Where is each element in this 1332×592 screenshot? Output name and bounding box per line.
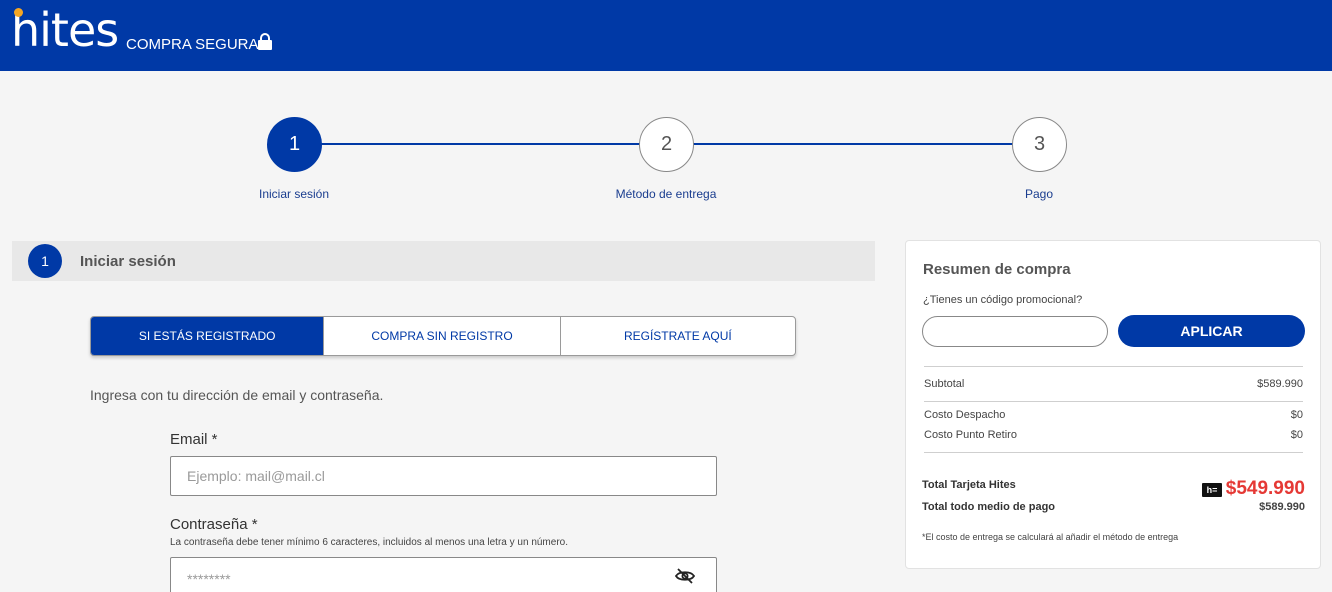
hites-logo[interactable]: hites bbox=[11, 4, 119, 56]
email-label: Email * bbox=[170, 431, 218, 448]
secure-purchase-label: COMPRA SEGURA bbox=[126, 36, 259, 53]
shipping-note: *El costo de entrega se calculará al aña… bbox=[922, 532, 1179, 542]
pickup-value: $0 bbox=[1290, 429, 1303, 441]
password-label: Contraseña * bbox=[170, 516, 258, 533]
section-title: Iniciar sesión bbox=[80, 253, 176, 270]
step-3-label: Pago bbox=[1024, 187, 1054, 201]
apply-button[interactable]: APLICAR bbox=[1118, 315, 1305, 347]
shipping-row: Costo Despacho $0 bbox=[924, 409, 1303, 421]
total-all-label: Total todo medio de pago bbox=[922, 501, 1056, 513]
promo-code-input[interactable] bbox=[922, 316, 1108, 347]
order-summary: Resumen de compra ¿Tienes un código prom… bbox=[905, 240, 1321, 569]
total-all-value: $589.990 bbox=[1259, 501, 1305, 513]
hites-card-icon: h= bbox=[1202, 483, 1222, 497]
password-hint: La contraseña debe tener mínimo 6 caract… bbox=[170, 537, 568, 548]
step-2-label: Método de entrega bbox=[615, 187, 717, 201]
subtotal-row: Subtotal $589.990 bbox=[924, 378, 1303, 390]
divider bbox=[924, 452, 1303, 453]
eye-slash-icon[interactable] bbox=[675, 568, 695, 584]
site-header: hites COMPRA SEGURA bbox=[0, 0, 1332, 71]
section-header: 1 Iniciar sesión bbox=[12, 241, 875, 281]
total-card-value: $549.990 bbox=[1225, 478, 1305, 499]
login-intro: Ingresa con tu dirección de email y cont… bbox=[90, 387, 384, 403]
email-input[interactable] bbox=[170, 456, 717, 496]
divider bbox=[924, 366, 1303, 367]
tab-register[interactable]: REGÍSTRATE AQUÍ bbox=[561, 317, 795, 355]
shipping-label: Costo Despacho bbox=[924, 409, 1006, 421]
stepper-line bbox=[693, 143, 1013, 145]
divider bbox=[924, 401, 1303, 402]
total-card-label: Total Tarjeta Hites bbox=[922, 479, 1016, 491]
step-1-circle: 1 bbox=[267, 117, 322, 172]
section-number: 1 bbox=[28, 244, 62, 278]
logo-dot bbox=[14, 8, 23, 17]
tab-registered[interactable]: SI ESTÁS REGISTRADO bbox=[91, 317, 325, 355]
stepper-line bbox=[321, 143, 640, 145]
tab-guest-checkout[interactable]: COMPRA SIN REGISTRO bbox=[324, 317, 561, 355]
shipping-value: $0 bbox=[1290, 409, 1303, 421]
summary-title: Resumen de compra bbox=[923, 261, 1071, 278]
step-2-circle: 2 bbox=[639, 117, 694, 172]
pickup-label: Costo Punto Retiro bbox=[924, 429, 1017, 441]
password-input[interactable] bbox=[170, 557, 717, 592]
login-tabs: SI ESTÁS REGISTRADO COMPRA SIN REGISTRO … bbox=[90, 316, 796, 356]
step-1-label: Iniciar sesión bbox=[258, 187, 330, 201]
pickup-row: Costo Punto Retiro $0 bbox=[924, 429, 1303, 441]
subtotal-value: $589.990 bbox=[1257, 378, 1303, 390]
step-3-circle: 3 bbox=[1012, 117, 1067, 172]
promo-label: ¿Tienes un código promocional? bbox=[923, 294, 1083, 306]
lock-icon bbox=[258, 33, 272, 50]
subtotal-label: Subtotal bbox=[924, 378, 965, 390]
